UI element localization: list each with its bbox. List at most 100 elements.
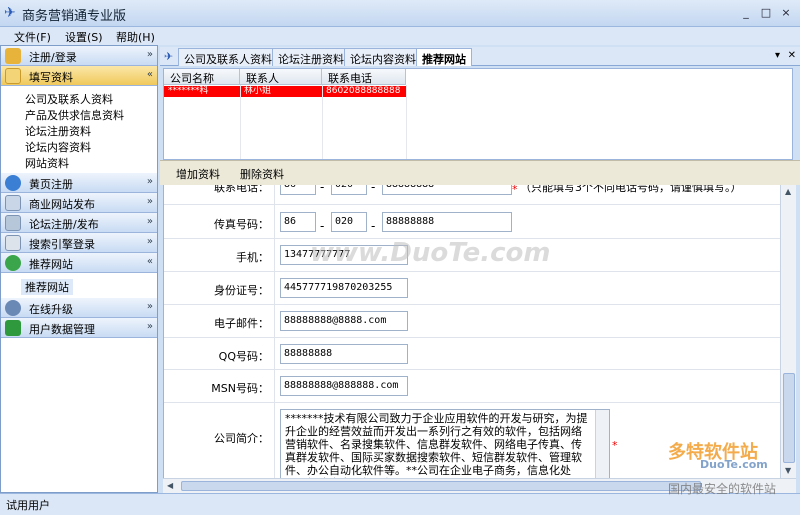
scroll-down-icon[interactable]: ▼ (785, 466, 791, 475)
email-label: 电子邮件： (214, 317, 269, 330)
textarea-scrollbar[interactable] (595, 410, 609, 478)
menu-bar: 文件(F) 设置(S) 帮助(H) (0, 27, 800, 45)
sidebar-item-recommend[interactable]: 推荐网站 (21, 279, 73, 295)
phone-label: 联系电话： (214, 185, 269, 194)
key-icon (5, 48, 21, 64)
grid-cell-company: *******科 (168, 86, 209, 96)
row-divider (274, 370, 275, 403)
data-grid[interactable]: 公司名称 联系人 联系电话 *******科 林小姐 8602088888888 (163, 68, 793, 160)
tab-forum-register[interactable]: 论坛注册资料 (272, 48, 350, 66)
tab-forum-content[interactable]: 论坛内容资料 (344, 48, 422, 66)
chevron-up-icon: « (146, 69, 153, 80)
menu-help[interactable]: 帮助(H) (116, 29, 155, 45)
phone-area-input[interactable]: 020 (331, 185, 367, 195)
sidebar-item-website[interactable]: 网站资料 (25, 155, 69, 171)
tab-recommend[interactable]: 推荐网站 (416, 48, 472, 66)
sidebar-item-company[interactable]: 公司及联系人资料 (25, 91, 113, 107)
sidebar-section-search-engine[interactable]: 搜索引擎登录 » (1, 233, 157, 253)
book-icon (5, 195, 21, 211)
sidebar-section-label: 搜索引擎登录 (29, 238, 95, 251)
grid-header-contact[interactable]: 联系人 (240, 69, 322, 85)
sidebar-section-register[interactable]: 注册/登录 » (1, 46, 157, 66)
check-icon (5, 255, 21, 271)
fax-area-input[interactable]: 020 (331, 212, 367, 232)
phone-number-input[interactable]: 88888888 (382, 185, 512, 195)
form-row-email: 电子邮件： 88888888@8888.com (164, 305, 780, 338)
dash-separator: - (371, 185, 376, 194)
menu-file[interactable]: 文件(F) (14, 29, 51, 45)
sidebar-section-business-sites[interactable]: 商业网站发布 » (1, 193, 157, 213)
sidebar-item-forum-register[interactable]: 论坛注册资料 (25, 123, 91, 139)
required-marker: * (512, 185, 518, 196)
fax-label: 传真号码： (214, 218, 269, 231)
qq-input[interactable]: 88888888 (280, 344, 408, 364)
globe-icon (5, 175, 21, 191)
sidebar-section-fill-info[interactable]: 填写资料 « (1, 66, 157, 86)
horizontal-scroll-thumb[interactable] (181, 481, 701, 491)
window-title: 商务营销通专业版 (22, 9, 127, 24)
sidebar-section-label: 在线升级 (29, 303, 73, 316)
sidebar: 注册/登录 » 填写资料 « 公司及联系人资料 产品及供求信息资料 论坛注册资料… (0, 45, 158, 493)
sidebar-section-upgrade[interactable]: 在线升级 » (1, 298, 157, 318)
grid-cell-phone: 8602088888888 (326, 86, 401, 96)
qq-label: QQ号码： (218, 350, 269, 363)
required-marker: * (612, 439, 618, 452)
row-divider (274, 239, 275, 272)
fax-number-input[interactable]: 88888888 (382, 212, 512, 232)
user-icon (5, 300, 21, 316)
grid-header-company[interactable]: 公司名称 (164, 69, 240, 85)
sidebar-section-yellow-pages[interactable]: 黄页注册 » (1, 173, 157, 193)
sidebar-section-data-management[interactable]: 用户数据管理 » (1, 318, 157, 338)
minimize-button[interactable]: _ (738, 6, 754, 20)
menu-settings[interactable]: 设置(S) (65, 29, 103, 45)
form-row-fax: 传真号码： 86 - 020 - 88888888 (164, 205, 780, 239)
chevron-down-icon: » (146, 321, 153, 332)
status-text: 试用用户 (6, 499, 50, 512)
close-button[interactable]: × (778, 6, 794, 20)
sidebar-section-label: 黄页注册 (29, 178, 73, 191)
row-divider (274, 305, 275, 338)
sidebar-item-forum-content[interactable]: 论坛内容资料 (25, 139, 91, 155)
dash-separator: - (320, 185, 325, 194)
add-record-button[interactable]: 增加资料 (174, 166, 222, 182)
msn-input[interactable]: 88888888@888888.com (280, 376, 408, 396)
grid-cell-contact: 林小姐 (244, 86, 272, 96)
vertical-scrollbar[interactable]: ▲ ▼ (780, 185, 796, 478)
chevron-down-icon: » (146, 49, 153, 60)
sidebar-section-label: 论坛注册/发布 (29, 218, 99, 231)
msn-label: MSN号码： (211, 382, 269, 395)
row-divider (274, 272, 275, 305)
detail-form: 联系电话： 86 - 020 - 88888888 * （只能填写3个不同电话号… (163, 185, 780, 478)
sidebar-section-forum[interactable]: 论坛注册/发布 » (1, 213, 157, 233)
fax-country-input[interactable]: 86 (280, 212, 316, 232)
tab-close-icon[interactable]: ✕ (788, 50, 796, 61)
scroll-left-icon[interactable]: ◀ (167, 481, 173, 490)
form-row-qq: QQ号码： 88888888 (164, 338, 780, 370)
sidebar-section-recommend[interactable]: 推荐网站 « (1, 253, 157, 273)
row-divider (274, 205, 275, 239)
grid-header-phone[interactable]: 联系电话 (322, 69, 406, 85)
action-toolbar: 增加资料 删除资料 (160, 160, 800, 185)
mobile-label: 手机： (236, 251, 269, 264)
intro-label: 公司简介： (214, 432, 269, 445)
tab-dropdown-icon[interactable]: ▾ (775, 50, 780, 61)
tools-icon (5, 215, 21, 231)
form-row-idcard: 身份证号： 445777719870203255 (164, 272, 780, 305)
chevron-up-icon: « (146, 256, 153, 267)
row-divider (274, 338, 275, 370)
maximize-button[interactable]: □ (758, 6, 774, 20)
sidebar-item-products[interactable]: 产品及供求信息资料 (25, 107, 124, 123)
idcard-input[interactable]: 445777719870203255 (280, 278, 408, 298)
folder-icon (5, 68, 21, 84)
delete-record-button[interactable]: 删除资料 (238, 166, 286, 182)
phone-country-input[interactable]: 86 (280, 185, 316, 195)
vertical-scroll-thumb[interactable] (783, 373, 795, 463)
intro-textarea[interactable]: *******技术有限公司致力于企业应用软件的开发与研究，为提升企业的经营效益而… (280, 409, 610, 478)
idcard-label: 身份证号： (214, 284, 269, 297)
email-input[interactable]: 88888888@8888.com (280, 311, 408, 331)
form-row-msn: MSN号码： 88888888@888888.com (164, 370, 780, 403)
app-small-icon: ✈ (164, 50, 174, 63)
scroll-up-icon[interactable]: ▲ (785, 187, 791, 196)
tab-company[interactable]: 公司及联系人资料 (178, 48, 278, 66)
chevron-down-icon: » (146, 196, 153, 207)
